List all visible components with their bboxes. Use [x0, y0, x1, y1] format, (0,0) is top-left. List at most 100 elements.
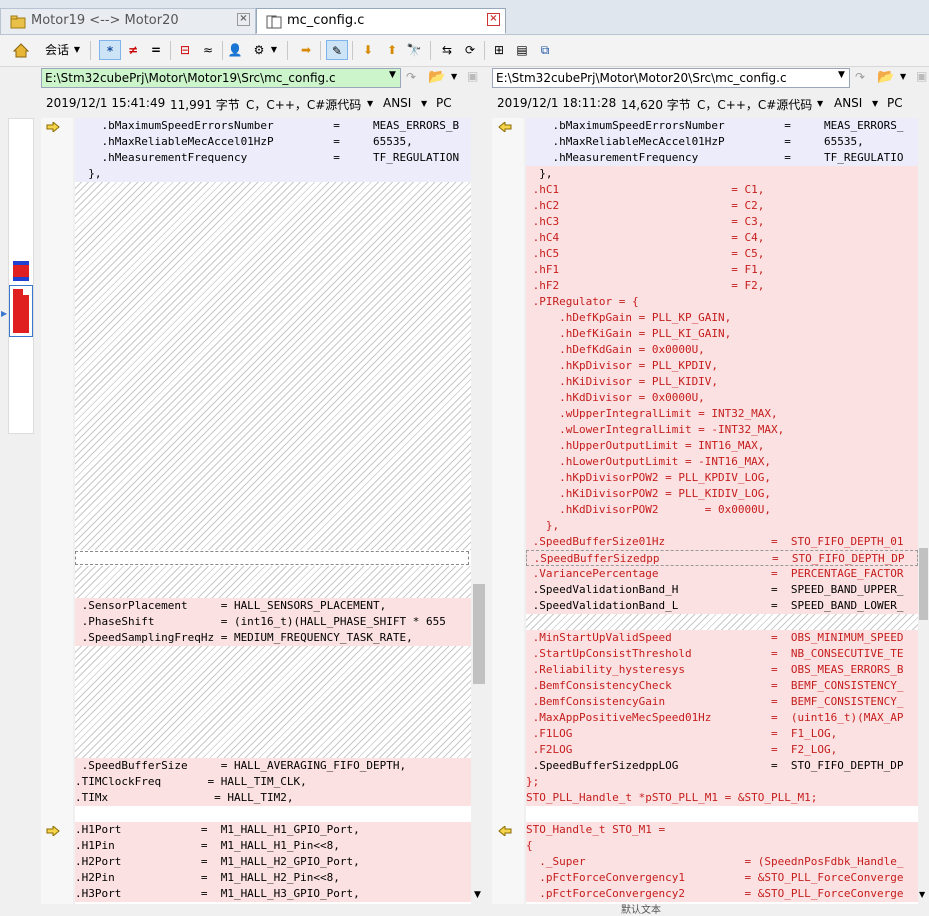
code-line: .pFctForceConvergency2 = &STO_PLL_ForceC…	[526, 886, 918, 902]
code-line: .Reliability_hysteresys = OBS_MEAS_ERROR…	[526, 662, 918, 678]
code-line: .SpeedValidationBand_H = SPEED_BAND_UPPE…	[526, 582, 918, 598]
chevron-down-icon[interactable]: ▼	[367, 99, 373, 115]
code-line: .hUpperOutputLimit = INT16_MAX,	[526, 438, 918, 454]
code-line: .F2LOG = F2_LOG,	[526, 742, 918, 758]
code-line: .SpeedValidationBand_L = SPEED_BAND_LOWE…	[526, 598, 918, 614]
code-line: .hDefKpGain = PLL_KP_GAIN,	[526, 310, 918, 326]
tab-session-label: Motor19 <--> Motor20	[31, 13, 179, 28]
right-scrollbar[interactable]: ▼	[918, 118, 929, 904]
tab-session[interactable]: Motor19 <--> Motor20 ×	[0, 8, 256, 34]
diff-arrow-icon	[498, 826, 512, 836]
chevron-down-icon[interactable]: ▼	[872, 99, 878, 115]
left-path-input[interactable]: E:\Stm32cubePrj\Motor\Motor19\Src\mc_con…	[41, 68, 401, 88]
code-line: .hMeasurementFrequency = TF_REGULATION	[75, 150, 471, 166]
report-icon[interactable]: ▤	[513, 40, 531, 60]
chevron-down-icon[interactable]: ▼	[838, 70, 845, 80]
right-eol[interactable]: PC	[887, 96, 903, 112]
find-icon[interactable]: 🔭	[405, 40, 423, 60]
code-line: .H2Port = M1_HALL_H2_GPIO_Port,	[75, 854, 471, 870]
minor-diff-icon[interactable]: ≈	[199, 40, 217, 60]
user-icon[interactable]: 👤	[226, 40, 244, 60]
left-format[interactable]: C，C++，C#源代码	[246, 96, 361, 112]
code-line: .MinStartUpValidSpeed = OBS_MINIMUM_SPEE…	[526, 630, 918, 646]
code-line: .BemfConsistencyCheck = BEMF_CONSISTENCY…	[526, 678, 918, 694]
scrollbar-thumb[interactable]	[919, 548, 928, 620]
save-icon[interactable]: ▣	[467, 69, 478, 83]
prev-diff-icon[interactable]: ⬆	[383, 40, 401, 60]
chevron-down-icon[interactable]: ▼	[451, 72, 457, 81]
open-icon[interactable]: ⧉	[536, 40, 554, 60]
swap-icon[interactable]: ⇆	[438, 40, 456, 60]
left-date: 2019/12/1 15:41:49	[46, 96, 166, 110]
chevron-down-icon[interactable]: ▼	[817, 99, 823, 115]
code-line: .hC2 = C2,	[526, 198, 918, 214]
code-line: .hKiDivisor = PLL_KIDIV,	[526, 374, 918, 390]
session-menu[interactable]: 会话	[44, 40, 70, 60]
chevron-down-icon[interactable]: ▼	[73, 40, 81, 60]
left-eol[interactable]: PC	[436, 96, 452, 112]
chevron-down-icon[interactable]: ▼	[270, 40, 278, 60]
copy-right-icon[interactable]: ➡	[297, 40, 315, 60]
expand-icon[interactable]: ⊞	[490, 40, 508, 60]
edit-icon[interactable]: ✎	[326, 40, 348, 60]
next-diff-icon[interactable]: ⬇	[359, 40, 377, 60]
folder-icon[interactable]: 📂	[877, 69, 894, 85]
tab-file[interactable]: mc_config.c ×	[256, 8, 506, 34]
right-date: 2019/12/1 18:11:28	[497, 96, 617, 110]
right-editor[interactable]: .bMaximumSpeedErrorsNumber = MEAS_ERRORS…	[526, 118, 918, 904]
code-line: .hC5 = C5,	[526, 246, 918, 262]
right-gutter	[492, 118, 524, 904]
right-format[interactable]: C，C++，C#源代码	[697, 96, 812, 112]
show-diff-icon[interactable]: ≠	[124, 40, 142, 60]
show-same-icon[interactable]: =	[147, 40, 165, 60]
toolbar: 会话 ▼ * ≠ = ⊟ ≈ 👤 ⚙ ▼ ➡ ✎ ⬇ ⬆ 🔭 ⇆ ⟳ ⊞ ▤ ⧉	[0, 35, 929, 67]
folder-icon[interactable]: 📂	[428, 69, 445, 85]
close-icon[interactable]: ×	[487, 13, 500, 26]
chevron-down-icon[interactable]: ▼	[421, 99, 427, 115]
file-compare-icon	[266, 15, 282, 29]
code-line: .hKdDivisorPOW2 = 0x0000U,	[526, 502, 918, 518]
redo-icon[interactable]: ↷	[855, 70, 865, 84]
code-line: .H3Port = M1_HALL_H3_GPIO_Port,	[75, 886, 471, 902]
code-line: .hKdDivisor = 0x0000U,	[526, 390, 918, 406]
code-line: STO_PLL_Handle_t *pSTO_PLL_M1 = &STO_PLL…	[526, 790, 918, 806]
missing-lines-block	[75, 566, 471, 598]
scrollbar-thumb[interactable]	[473, 584, 485, 684]
close-icon[interactable]: ×	[237, 13, 250, 26]
tab-bar: Motor19 <--> Motor20 × mc_config.c ×	[0, 0, 929, 35]
code-line: },	[526, 166, 918, 182]
diff-arrow-icon	[498, 122, 512, 132]
diff-context-icon[interactable]: ⊟	[176, 40, 194, 60]
code-line: ._Super = (SpeednPosFdbk_Handle_	[526, 854, 918, 870]
left-size: 11,991 字节	[170, 98, 240, 112]
left-encoding[interactable]: ANSI	[383, 96, 411, 112]
show-all-icon[interactable]: *	[99, 40, 121, 60]
code-line: .hDefKdGain = 0x0000U,	[526, 342, 918, 358]
code-line: .F1LOG = F1_LOG,	[526, 726, 918, 742]
save-icon[interactable]: ▣	[916, 69, 927, 83]
right-path-input[interactable]: E:\Stm32cubePrj\Motor\Motor20\Src\mc_con…	[492, 68, 850, 88]
chevron-down-icon[interactable]: ▼	[900, 72, 906, 81]
chevron-down-icon[interactable]: ▼	[474, 890, 481, 900]
code-line: .TIMx = HALL_TIM2,	[75, 790, 471, 806]
redo-icon[interactable]: ↷	[406, 70, 416, 84]
code-line: .PIRegulator = {	[526, 294, 918, 310]
code-line: .SensorPlacement = HALL_SENSORS_PLACEMEN…	[75, 598, 471, 614]
refresh-icon[interactable]: ⟳	[461, 40, 479, 60]
left-scrollbar[interactable]: ▼	[471, 118, 487, 904]
left-editor[interactable]: .bMaximumSpeedErrorsNumber = MEAS_ERRORS…	[75, 118, 471, 904]
code-line: .SpeedBufferSizedppLOG = STO_FIFO_DEPTH_…	[526, 758, 918, 774]
code-line: .hKpDivisorPOW2 = PLL_KPDIV_LOG,	[526, 470, 918, 486]
code-line: .SpeedBufferSizedpp = STO_FIFO_DEPTH_DP	[526, 550, 918, 566]
home-icon[interactable]	[12, 40, 30, 60]
code-line: .hMaxReliableMecAccel01HzP = 65535,	[526, 134, 918, 150]
chevron-down-icon[interactable]: ▼	[919, 890, 925, 899]
code-line: .hMeasurementFrequency = TF_REGULATIO	[526, 150, 918, 166]
code-line: .BemfConsistencyGain = BEMF_CONSISTENCY_	[526, 694, 918, 710]
right-encoding[interactable]: ANSI	[834, 96, 862, 112]
code-line: .H2Pin = M1_HALL_H2_Pin<<8,	[75, 870, 471, 886]
overview-map[interactable]	[8, 118, 34, 434]
code-line: .PhaseShift = (int16_t)(HALL_PHASE_SHIFT…	[75, 614, 471, 630]
rules-icon[interactable]: ⚙	[250, 40, 268, 60]
chevron-down-icon[interactable]: ▼	[389, 70, 396, 80]
